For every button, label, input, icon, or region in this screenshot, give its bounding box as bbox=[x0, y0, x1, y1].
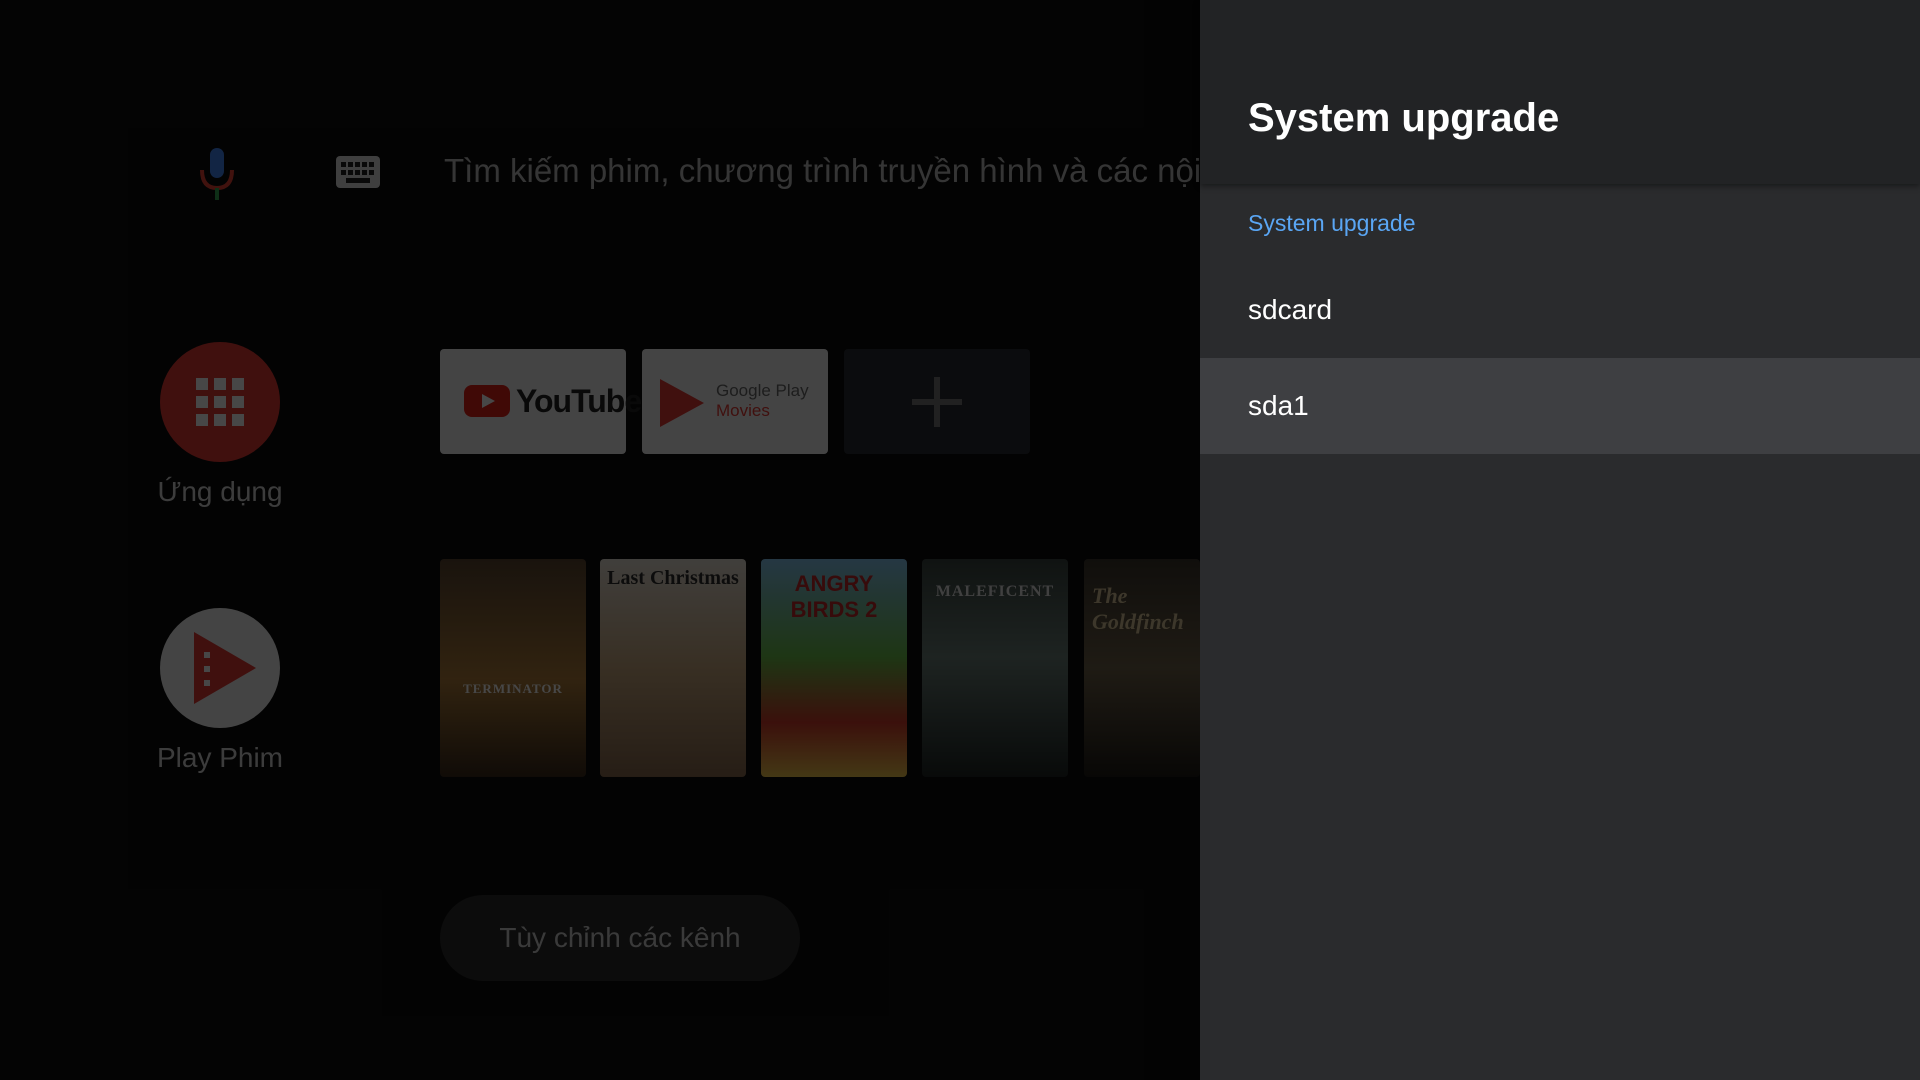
youtube-logo-text: YouTube bbox=[516, 383, 642, 419]
poster-title: The Goldfinch bbox=[1092, 583, 1184, 634]
movie-poster-last-christmas[interactable]: Last Christmas bbox=[600, 559, 746, 777]
system-upgrade-panel: System upgrade System upgrade sdcard sda… bbox=[1200, 0, 1920, 1080]
movie-poster-maleficent[interactable]: MALEFICENT bbox=[922, 559, 1068, 777]
play-movies-icon bbox=[160, 608, 280, 728]
keyboard-icon[interactable] bbox=[336, 156, 380, 188]
google-play-movies-logo-text: Google Play Movies bbox=[716, 381, 809, 421]
apps-grid-icon bbox=[160, 342, 280, 462]
movie-poster-terminator[interactable]: TERMINATOR bbox=[440, 559, 586, 777]
apps-button[interactable]: Ứng dụng bbox=[120, 342, 320, 508]
plus-icon bbox=[912, 377, 962, 427]
youtube-logo-icon bbox=[464, 385, 510, 417]
play-movies-logo-icon bbox=[660, 379, 704, 427]
search-placeholder[interactable]: Tìm kiếm phim, chương trình truyền hình … bbox=[444, 152, 1200, 190]
play-movies-button[interactable]: Play Phim bbox=[120, 608, 320, 774]
movies-text: Movies bbox=[716, 401, 770, 420]
google-play-movies-app-tile[interactable]: Google Play Movies bbox=[642, 349, 828, 454]
poster-title: ANGRY BIRDS 2 bbox=[790, 571, 878, 622]
microphone-icon[interactable] bbox=[197, 148, 237, 200]
apps-label: Ứng dụng bbox=[157, 476, 283, 507]
poster-title: Last Christmas bbox=[607, 567, 739, 589]
add-app-tile[interactable] bbox=[844, 349, 1030, 454]
movie-poster-the-goldfinch[interactable]: The Goldfinch bbox=[1084, 559, 1200, 777]
customize-channels-button[interactable]: Tùy chỉnh các kênh bbox=[440, 895, 800, 981]
youtube-app-tile[interactable]: YouTube bbox=[440, 349, 642, 454]
storage-option-sdcard[interactable]: sdcard bbox=[1200, 262, 1920, 358]
play-movies-label: Play Phim bbox=[156, 742, 284, 773]
google-play-text: Google Play bbox=[716, 381, 809, 400]
section-label: System upgrade bbox=[1248, 210, 1416, 236]
movie-poster-angry-birds-2[interactable]: ANGRY BIRDS 2 bbox=[761, 559, 907, 777]
storage-option-sda1[interactable]: sda1 bbox=[1200, 358, 1920, 454]
launcher-home-screen: Tìm kiếm phim, chương trình truyền hình … bbox=[0, 0, 1200, 1080]
poster-title: MALEFICENT bbox=[935, 583, 1055, 600]
panel-header: System upgrade bbox=[1200, 0, 1920, 184]
panel-title: System upgrade bbox=[1248, 96, 1560, 140]
poster-title: TERMINATOR bbox=[463, 681, 563, 696]
